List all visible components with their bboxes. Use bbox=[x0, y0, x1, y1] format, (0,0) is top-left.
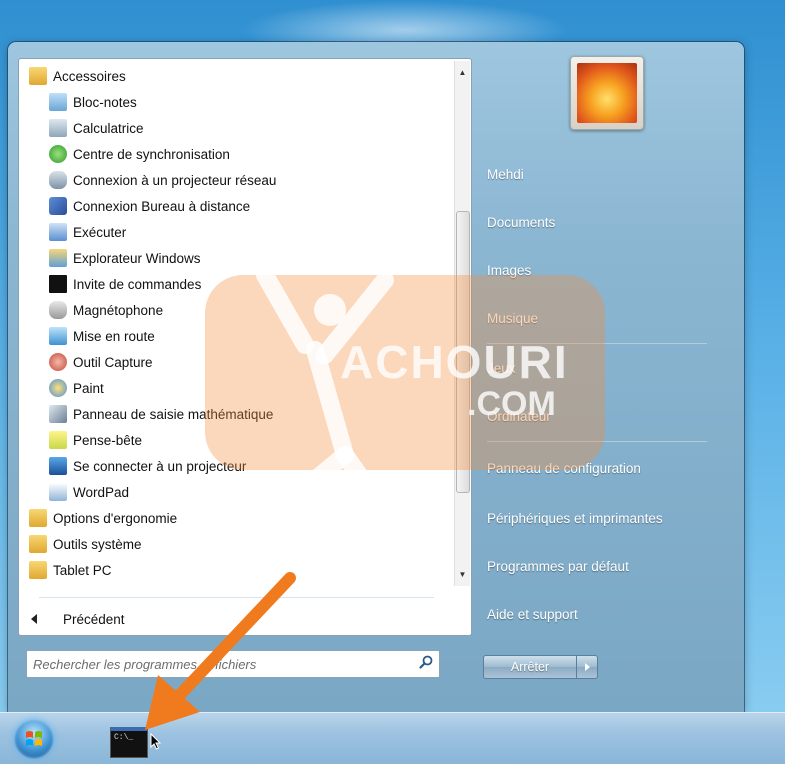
wordpad-icon bbox=[49, 483, 67, 501]
program-item-label: Invite de commandes bbox=[73, 276, 202, 292]
cmd-glyph: C:\_ bbox=[114, 733, 134, 742]
right-pane-link[interactable]: Documents bbox=[487, 209, 727, 235]
folder-icon bbox=[29, 509, 47, 527]
shutdown-button[interactable]: Arrêter bbox=[483, 655, 577, 679]
program-item[interactable]: Centre de synchronisation bbox=[49, 141, 469, 167]
projector-icon bbox=[49, 457, 67, 475]
program-item-label: Exécuter bbox=[73, 224, 127, 240]
program-item-label: Calculatrice bbox=[73, 120, 144, 136]
program-item-label: Connexion Bureau à distance bbox=[73, 198, 251, 214]
paint-icon bbox=[49, 379, 67, 397]
program-item[interactable]: Connexion à un projecteur réseau bbox=[49, 167, 469, 193]
program-item-label: WordPad bbox=[73, 484, 130, 500]
program-item-label: Paint bbox=[73, 380, 104, 396]
mouse-cursor-icon bbox=[150, 733, 162, 750]
calculator-icon bbox=[49, 119, 67, 137]
program-item-label: Explorateur Windows bbox=[73, 250, 201, 266]
scroll-up-arrow-icon[interactable]: ▲ bbox=[457, 65, 468, 79]
command-prompt-taskbar-icon[interactable]: C:\_ bbox=[110, 727, 148, 758]
back-button[interactable]: Précédent bbox=[31, 606, 125, 632]
scroll-down-arrow-icon[interactable]: ▼ bbox=[457, 567, 468, 581]
program-item[interactable]: Outils système bbox=[29, 531, 449, 557]
cmd-icon bbox=[49, 275, 67, 293]
right-pane-link[interactable]: Programmes par défaut bbox=[487, 553, 727, 579]
sync-center-icon bbox=[49, 145, 67, 163]
program-item-label: Accessoires bbox=[53, 68, 126, 84]
program-item[interactable]: Bloc-notes bbox=[49, 89, 469, 115]
user-avatar-flower-icon bbox=[577, 63, 637, 123]
right-pane-link[interactable]: Mehdi bbox=[487, 161, 727, 187]
back-label: Précédent bbox=[63, 611, 125, 627]
sound-recorder-icon bbox=[49, 301, 67, 319]
chevron-right-icon bbox=[584, 663, 590, 671]
explorer-icon bbox=[49, 249, 67, 267]
program-item-label: Outils système bbox=[53, 536, 142, 552]
network-projector-icon bbox=[49, 171, 67, 189]
remote-desktop-icon bbox=[49, 197, 67, 215]
back-arrow-icon bbox=[31, 614, 37, 624]
run-icon bbox=[49, 223, 67, 241]
watermark-figure-icon bbox=[256, 266, 394, 514]
program-item-label: Mise en route bbox=[73, 328, 155, 344]
user-picture[interactable] bbox=[570, 56, 644, 130]
sticky-notes-icon bbox=[49, 431, 67, 449]
program-item[interactable]: Tablet PC bbox=[29, 557, 449, 583]
watermark-subtext: .COM bbox=[467, 385, 556, 423]
shutdown-options-button[interactable] bbox=[577, 655, 598, 679]
search-box[interactable] bbox=[26, 650, 440, 678]
math-input-icon bbox=[49, 405, 67, 423]
program-item-label: Magnétophone bbox=[73, 302, 164, 318]
getting-started-icon bbox=[49, 327, 67, 345]
folder-icon bbox=[29, 535, 47, 553]
program-item[interactable]: Accessoires bbox=[29, 63, 449, 89]
taskbar: C:\_ bbox=[0, 712, 785, 764]
folder-icon bbox=[29, 561, 47, 579]
shutdown-group: Arrêter bbox=[483, 655, 598, 679]
program-item[interactable]: Exécuter bbox=[49, 219, 469, 245]
program-item-label: Pense-bête bbox=[73, 432, 143, 448]
right-pane-link[interactable]: Périphériques et imprimantes bbox=[487, 505, 727, 531]
program-item-label: Options d'ergonomie bbox=[53, 510, 178, 526]
program-item-label: Bloc-notes bbox=[73, 94, 137, 110]
program-item-label: Outil Capture bbox=[73, 354, 153, 370]
search-icon[interactable] bbox=[419, 655, 433, 669]
program-item[interactable]: Connexion Bureau à distance bbox=[49, 193, 469, 219]
program-item[interactable]: Calculatrice bbox=[49, 115, 469, 141]
programs-separator bbox=[39, 597, 434, 598]
search-input[interactable] bbox=[31, 654, 405, 674]
start-button-icon[interactable] bbox=[14, 719, 54, 759]
snipping-tool-icon bbox=[49, 353, 67, 371]
right-pane-link[interactable]: Aide et support bbox=[487, 601, 727, 627]
program-item-label: Connexion à un projecteur réseau bbox=[73, 172, 277, 188]
search-area bbox=[18, 640, 470, 690]
program-item-label: Tablet PC bbox=[53, 562, 112, 578]
folder-icon bbox=[29, 67, 47, 85]
program-item-label: Centre de synchronisation bbox=[73, 146, 230, 162]
notepad-icon bbox=[49, 93, 67, 111]
